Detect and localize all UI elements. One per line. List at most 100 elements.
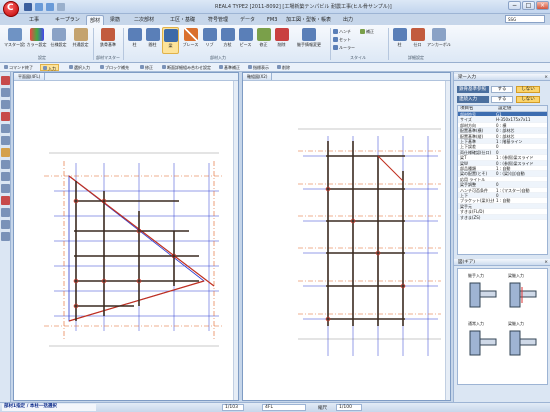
steel-standard-icon — [101, 28, 115, 41]
detail-panel-title: 図(ギア) × — [454, 259, 550, 266]
tab-ryoukin[interactable]: 梁筋 — [107, 15, 123, 25]
app-logo-icon[interactable]: C — [3, 1, 19, 17]
layer-tool-icon[interactable] — [1, 136, 10, 145]
master-settings-button[interactable]: マスター設定 — [4, 27, 25, 54]
modify-button[interactable]: 修正 — [255, 27, 272, 54]
elevation-view-tabstrip — [243, 73, 450, 81]
redo-icon[interactable] — [46, 3, 54, 11]
set-button[interactable]: セット — [333, 36, 351, 43]
delete-button[interactable]: 削除 — [273, 27, 290, 54]
block-fill-button[interactable]: ブロック補充 — [98, 64, 131, 71]
brace-button[interactable]: ブレース — [181, 27, 200, 54]
move-tool-icon[interactable] — [1, 172, 10, 181]
dimension-tool-icon[interactable] — [1, 220, 10, 229]
pan-tool-icon[interactable] — [1, 100, 10, 109]
continuous-yes-button[interactable]: する — [491, 96, 513, 103]
input-mode-button[interactable]: 入力 — [40, 64, 59, 71]
left-toolbar — [0, 72, 11, 402]
plan-drawing[interactable] — [14, 81, 234, 400]
pointer-tool-icon[interactable] — [1, 76, 10, 85]
column-button[interactable]: 柱 — [126, 27, 143, 54]
cmd-delete-button[interactable]: 削除 — [275, 64, 292, 71]
end-command-button[interactable]: コマンド終了 — [2, 64, 35, 71]
color-settings-button[interactable]: カラー設定 — [26, 27, 47, 54]
maximize-button[interactable]: □ — [522, 1, 535, 10]
search-input[interactable]: SSG — [505, 15, 545, 23]
title-bar: C REAL4 TYPE2 [2011-8092] [工場新築テンパビル 耐震工… — [0, 0, 550, 17]
base-correct-button[interactable]: 基準補正 — [217, 64, 242, 71]
tab-output[interactable]: 出力 — [340, 15, 356, 25]
select-input-button[interactable]: 選択入力 — [67, 64, 92, 71]
status-bar: 部材1指定 / 本柱一括選択 1/103 4FL 縮尺 1/100 — [0, 402, 550, 412]
beam-button[interactable]: 梁 — [162, 27, 179, 54]
spec-settings-button[interactable]: 仕様設定 — [48, 27, 69, 54]
copy-tool-icon[interactable] — [1, 160, 10, 169]
property-grid[interactable]: 項目名 設定値 部材符号 G1 サイズ H-350x175x7x11 部材方向 0 : 横… — [457, 105, 548, 255]
joint-diagram-icon — [469, 282, 537, 356]
tab-kakouzu[interactable]: 加工図・型板・帳表 — [283, 15, 334, 25]
quick-access-menu-icon[interactable] — [57, 3, 65, 11]
elevation-view[interactable]: 軸組図(X2) — [242, 72, 451, 401]
tab-keyplan[interactable]: キープラン — [52, 15, 83, 25]
scale-label: 縮尺 — [318, 406, 327, 411]
property-row[interactable]: すきま(ZS) — [458, 214, 547, 220]
knee-brace-button[interactable]: 方杖 — [219, 27, 236, 54]
undo-icon[interactable] — [35, 3, 43, 11]
property-key: すきま(ZS) — [460, 214, 481, 220]
brace-icon — [183, 28, 198, 41]
piece-button[interactable]: ピース — [237, 27, 254, 54]
erase-tool-icon[interactable] — [1, 196, 10, 205]
close-button[interactable]: × — [536, 1, 549, 10]
plan-view-tabstrip — [14, 73, 238, 81]
correct-button[interactable]: 補正 — [360, 28, 374, 35]
tab-kouku[interactable]: 工区・基礎 — [167, 15, 198, 25]
ruler-button[interactable]: ルーラー — [333, 44, 355, 51]
continuous-no-button[interactable]: しない — [516, 96, 540, 103]
text-tool-icon[interactable] — [1, 208, 10, 217]
indicator-icon — [248, 65, 252, 69]
measure-tool-icon[interactable] — [1, 112, 10, 121]
joint-button[interactable]: 仕口 — [409, 27, 426, 54]
floor-select[interactable]: 4FL — [262, 404, 306, 411]
indicator-display-button[interactable]: 指標表示 — [246, 64, 271, 71]
section-combo-button[interactable]: 断面詳細組み合わせ設定 — [160, 64, 213, 71]
steel-ref-yes-button[interactable]: する — [491, 86, 513, 93]
haunch-button[interactable]: ハンチ — [333, 28, 351, 35]
save-icon[interactable] — [24, 3, 32, 11]
tab-fm3[interactable]: FM3 — [264, 15, 280, 25]
detail-close-icon[interactable]: × — [544, 259, 548, 266]
tab-kouji[interactable]: 工事 — [26, 15, 42, 25]
ribbon-separator — [388, 28, 389, 60]
elevation-drawing[interactable] — [243, 81, 446, 400]
detail-column-button[interactable]: 柱 — [391, 27, 408, 54]
tab-fugou[interactable]: 符号管理 — [205, 15, 231, 25]
stud-column-button[interactable]: 間柱 — [144, 27, 161, 54]
status-message: 部材1指定 / 本柱一括選択 — [2, 404, 96, 411]
tab-niji[interactable]: 二次部材 — [131, 15, 157, 25]
steel-ref-no-button[interactable]: しない — [516, 86, 540, 93]
steel-standard-button[interactable]: 鉄骨基準 — [96, 27, 120, 54]
plan-view-title[interactable]: 平面図(4FL) — [14, 73, 46, 80]
ribbon: マスター設定 カラー設定 仕様設定 共通設定 鉄骨基準 柱 間柱 梁 ブレース … — [0, 25, 550, 63]
common-settings-button[interactable]: 共通設定 — [70, 27, 91, 54]
panel-close-icon[interactable]: × — [544, 74, 548, 81]
plan-view[interactable]: 平面図(4FL) — [13, 72, 239, 401]
snap-tool-icon[interactable] — [1, 232, 10, 241]
tab-data[interactable]: データ — [237, 15, 258, 25]
group-label-style: スタイル — [350, 55, 366, 60]
minimize-button[interactable]: − — [508, 1, 521, 10]
cmd-modify-button[interactable]: 修正 — [138, 64, 155, 71]
joint-info-change-button[interactable]: 継手情報変更 — [291, 27, 327, 54]
column-icon — [127, 28, 142, 41]
rib-button[interactable]: リブ — [201, 27, 218, 54]
grid-tool-icon[interactable] — [1, 124, 10, 133]
anchor-bolt-button[interactable]: アンカーボルト — [427, 27, 451, 54]
haunch-icon — [333, 29, 338, 34]
zoom-tool-icon[interactable] — [1, 88, 10, 97]
elevation-view-title[interactable]: 軸組図(X2) — [243, 73, 273, 80]
tab-buzai[interactable]: 部材 — [86, 15, 105, 25]
set-icon — [333, 37, 338, 42]
scale-select[interactable]: 1/100 — [336, 404, 362, 411]
rotate-tool-icon[interactable] — [1, 184, 10, 193]
highlight-tool-icon[interactable] — [1, 148, 10, 157]
